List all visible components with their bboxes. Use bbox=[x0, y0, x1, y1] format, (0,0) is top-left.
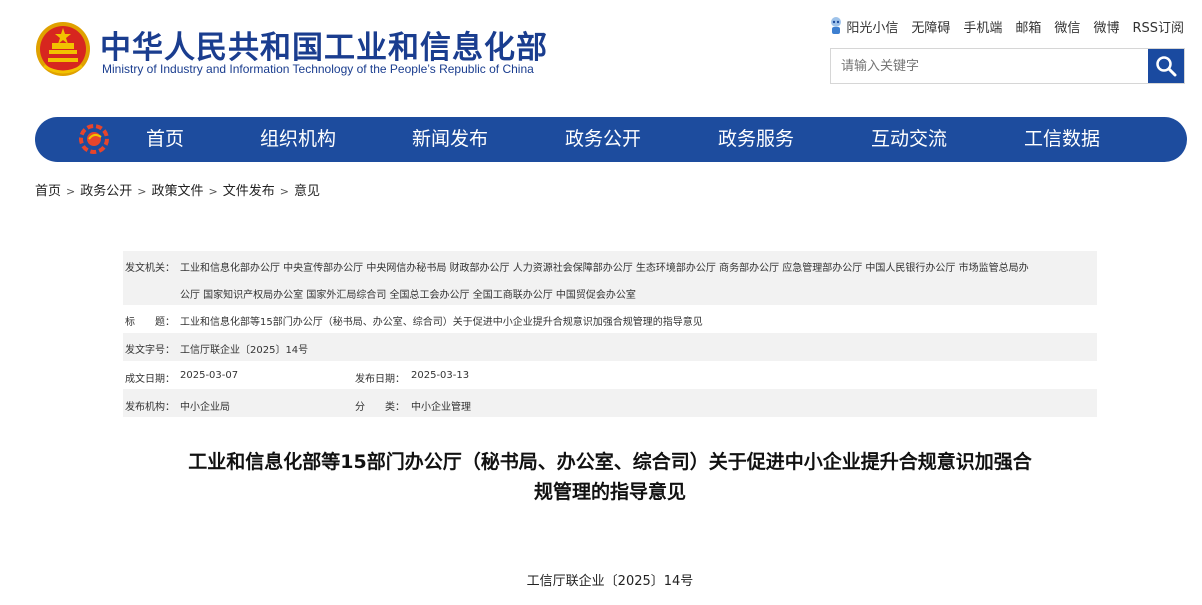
published-date-value: 2025-03-13 bbox=[411, 370, 470, 381]
national-emblem-icon bbox=[34, 20, 92, 78]
article-title: 工业和信息化部等15部门办公厅（秘书局、办公室、综合司）关于促进中小企业提升合规… bbox=[125, 447, 1095, 507]
breadcrumb-home[interactable]: 首页 bbox=[35, 184, 61, 199]
chevron-right-icon: > bbox=[137, 185, 147, 198]
issuer-value-line1: 工业和信息化部办公厅 中央宣传部办公厅 中央网信办秘书局 财政部办公厅 人力资源… bbox=[180, 263, 1029, 274]
top-links: 阳光小信 无障碍 手机端 邮箱 微信 微博 RSS订阅 bbox=[828, 16, 1184, 36]
chevron-right-icon: > bbox=[279, 185, 289, 198]
top-link-accessibility[interactable]: 无障碍 bbox=[911, 17, 950, 36]
search-button[interactable] bbox=[1148, 49, 1184, 83]
issuer-label: 发文机关： bbox=[125, 263, 175, 274]
nav-government-services[interactable]: 政务服务 bbox=[718, 117, 794, 162]
issuer-value-line2: 公厅 国家知识产权局办公室 国家外汇局综合司 全国总工会办公厅 全国工商联办公厅… bbox=[180, 290, 636, 301]
docno-value: 工信厅联企业〔2025〕14号 bbox=[180, 345, 309, 356]
chevron-right-icon: > bbox=[66, 185, 76, 198]
nav-news[interactable]: 新闻发布 bbox=[412, 117, 488, 162]
title-label: 标 题： bbox=[125, 317, 175, 328]
document-meta-table: 发文机关： 工业和信息化部办公厅 中央宣传部办公厅 中央网信办秘书局 财政部办公… bbox=[123, 251, 1097, 417]
search-box bbox=[830, 48, 1185, 84]
breadcrumb-document-release[interactable]: 文件发布 bbox=[223, 184, 275, 199]
article-title-line2: 规管理的指导意见 bbox=[533, 481, 686, 503]
breadcrumb-opinions[interactable]: 意见 bbox=[294, 184, 320, 199]
miit-logo-icon bbox=[79, 124, 109, 154]
category-label: 分 类： bbox=[355, 402, 405, 413]
nav-organization[interactable]: 组织机构 bbox=[260, 117, 336, 162]
breadcrumb: 首页 > 政务公开 > 政策文件 > 文件发布 > 意见 bbox=[35, 180, 320, 199]
robot-icon bbox=[828, 16, 844, 36]
top-link-weibo[interactable]: 微博 bbox=[1093, 17, 1119, 36]
top-link-sunshine[interactable]: 阳光小信 bbox=[846, 17, 898, 36]
published-date-label: 发布日期： bbox=[355, 374, 405, 385]
title-value: 工业和信息化部等15部门办公厅（秘书局、办公室、综合司）关于促进中小企业提升合规… bbox=[180, 317, 703, 328]
meta-row-dates: 成文日期： 2025-03-07 发布日期： 2025-03-13 bbox=[123, 361, 1097, 389]
top-link-mobile[interactable]: 手机端 bbox=[963, 17, 1002, 36]
docno-label: 发文字号： bbox=[125, 345, 175, 356]
search-icon bbox=[1156, 56, 1177, 77]
nav-data[interactable]: 工信数据 bbox=[1024, 117, 1100, 162]
top-link-wechat[interactable]: 微信 bbox=[1054, 17, 1080, 36]
main-nav: 首页 组织机构 新闻发布 政务公开 政务服务 互动交流 工信数据 bbox=[35, 117, 1187, 162]
written-date-value: 2025-03-07 bbox=[180, 370, 239, 381]
search-input[interactable] bbox=[831, 49, 1148, 83]
breadcrumb-policy-documents[interactable]: 政策文件 bbox=[151, 184, 203, 199]
written-date-label: 成文日期： bbox=[125, 374, 175, 385]
meta-row-docno: 发文字号： 工信厅联企业〔2025〕14号 bbox=[123, 333, 1097, 361]
nav-home[interactable]: 首页 bbox=[146, 117, 184, 162]
chevron-right-icon: > bbox=[208, 185, 218, 198]
nav-government-affairs[interactable]: 政务公开 bbox=[565, 117, 641, 162]
article-doc-number: 工信厅联企业〔2025〕14号 bbox=[526, 574, 694, 589]
site-title-cn[interactable]: 中华人民共和国工业和信息化部 bbox=[100, 22, 548, 67]
category-value: 中小企业管理 bbox=[411, 402, 471, 413]
breadcrumb-government-affairs[interactable]: 政务公开 bbox=[80, 184, 132, 199]
top-link-email[interactable]: 邮箱 bbox=[1015, 17, 1041, 36]
meta-row-title: 标 题： 工业和信息化部等15部门办公厅（秘书局、办公室、综合司）关于促进中小企… bbox=[123, 305, 1097, 333]
site-title-en: Ministry of Industry and Information Tec… bbox=[102, 62, 534, 76]
top-link-rss[interactable]: RSS订阅 bbox=[1132, 17, 1184, 36]
meta-row-issuer: 发文机关： 工业和信息化部办公厅 中央宣传部办公厅 中央网信办秘书局 财政部办公… bbox=[123, 251, 1097, 305]
org-value: 中小企业局 bbox=[180, 402, 230, 413]
nav-interaction[interactable]: 互动交流 bbox=[871, 117, 947, 162]
meta-row-org: 发布机构： 中小企业局 分 类： 中小企业管理 bbox=[123, 389, 1097, 417]
article-title-line1: 工业和信息化部等15部门办公厅（秘书局、办公室、综合司）关于促进中小企业提升合规… bbox=[188, 451, 1032, 473]
org-label: 发布机构： bbox=[125, 402, 175, 413]
